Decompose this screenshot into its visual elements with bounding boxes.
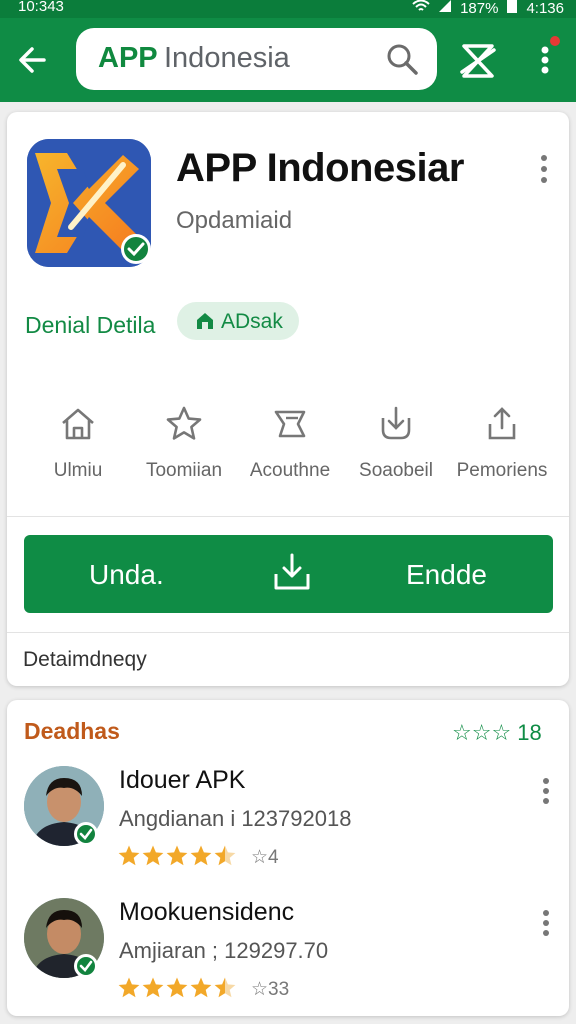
star-icon <box>190 845 212 866</box>
star-icon <box>142 845 164 866</box>
more-vert-icon <box>543 778 549 804</box>
search-logo: APP <box>98 42 158 74</box>
action-home[interactable]: Ulmiu <box>23 404 133 494</box>
review-menu-button[interactable] <box>541 908 551 938</box>
search-query: Indonesia <box>164 42 290 74</box>
status-clock: 4:136 <box>526 0 564 17</box>
details-footer-link[interactable]: Detaimdneqy <box>23 648 147 672</box>
download-icon <box>274 553 310 590</box>
star-icon <box>118 977 140 998</box>
install-left-label: Unda. <box>89 559 164 590</box>
share-icon <box>488 407 516 440</box>
overflow-menu-button[interactable] <box>536 40 556 80</box>
status-icons: 187% 4:136 <box>412 0 564 18</box>
app-detail-card: APP Indonesiar Opdamiaid Denial Detila A… <box>7 112 569 686</box>
action-label: Ulmiu <box>53 460 103 481</box>
verified-badge-icon <box>121 234 151 264</box>
reviews-card: Deadhas ☆☆☆ 18 Idouer APK Angdianan i 12… <box>7 700 569 1016</box>
star-icon <box>214 977 236 998</box>
action-label: Toomiian <box>145 460 223 481</box>
action-share[interactable]: Pemoriens <box>447 404 557 494</box>
developer-name[interactable]: Opdamiaid <box>176 207 292 235</box>
verified-badge-icon <box>74 822 98 846</box>
review-count: ☆4 <box>251 847 279 868</box>
review-title: Mookuensidenc <box>119 898 295 926</box>
reviews-title: Deadhas <box>24 718 120 744</box>
star-icon <box>190 977 212 998</box>
card-menu-button[interactable] <box>537 152 551 186</box>
action-rate[interactable]: Toomiian <box>129 404 239 494</box>
more-vert-icon <box>543 910 549 936</box>
app-bar: APP Indonesia <box>0 18 576 102</box>
star-icon <box>142 977 164 998</box>
search-input[interactable]: APP Indonesia <box>76 28 437 90</box>
home-icon <box>62 408 94 440</box>
review-item[interactable]: Idouer APK Angdianan i 123792018 ☆4 <box>7 766 569 896</box>
wifi-icon <box>412 0 430 17</box>
status-time: 10:343 <box>18 0 64 15</box>
reviews-rating-summary: ☆☆☆ 18 <box>452 720 542 745</box>
back-button[interactable] <box>14 40 54 80</box>
arrow-left-icon <box>19 47 46 73</box>
review-menu-button[interactable] <box>541 776 551 806</box>
action-row: Ulmiu Toomiian Acouthne Soaobeil Pemorie… <box>7 404 569 494</box>
star-icon <box>166 845 188 866</box>
chip-label: ADsak <box>221 310 283 333</box>
action-download[interactable]: Soaobeil <box>341 404 451 494</box>
action-label: Soaobeil <box>359 460 433 481</box>
star-icon <box>118 845 140 866</box>
action-ticket[interactable]: Acouthne <box>235 404 345 494</box>
review-count: ☆33 <box>251 979 290 1000</box>
search-icon[interactable] <box>385 42 419 76</box>
signal-icon <box>438 0 452 17</box>
divider <box>7 516 569 517</box>
install-button[interactable]: Unda. Endde <box>24 535 553 613</box>
ticket-icon <box>274 410 306 438</box>
more-vert-icon <box>541 155 547 183</box>
review-meta: Amjiaran ; 129297.70 <box>119 938 329 963</box>
star-icon <box>214 845 236 866</box>
hourglass-cross-icon <box>460 44 496 78</box>
notification-dot <box>550 36 560 46</box>
filter-button[interactable] <box>458 42 498 80</box>
divider <box>7 632 569 633</box>
battery-icon <box>506 0 518 18</box>
star-icon <box>166 406 202 440</box>
app-title: APP Indonesiar <box>176 146 464 190</box>
review-title: Idouer APK <box>119 766 246 794</box>
status-bar: 10:343 187% 4:136 <box>0 0 576 18</box>
star-icon <box>166 977 188 998</box>
battery-level: 187% <box>460 0 499 17</box>
install-right-label: Endde <box>406 559 487 590</box>
house-icon <box>197 313 213 329</box>
review-meta: Angdianan i 123792018 <box>119 806 352 831</box>
category-chip[interactable]: ADsak <box>177 302 299 340</box>
action-label: Acouthne <box>249 460 331 481</box>
action-label: Pemoriens <box>456 460 548 481</box>
review-item[interactable]: Mookuensidenc Amjiaran ; 129297.70 ☆33 <box>7 898 569 1024</box>
more-vert-icon <box>541 46 549 74</box>
arrow-down-icon <box>381 406 411 440</box>
details-link[interactable]: Denial Detila <box>25 312 155 339</box>
verified-badge-icon <box>74 954 98 978</box>
